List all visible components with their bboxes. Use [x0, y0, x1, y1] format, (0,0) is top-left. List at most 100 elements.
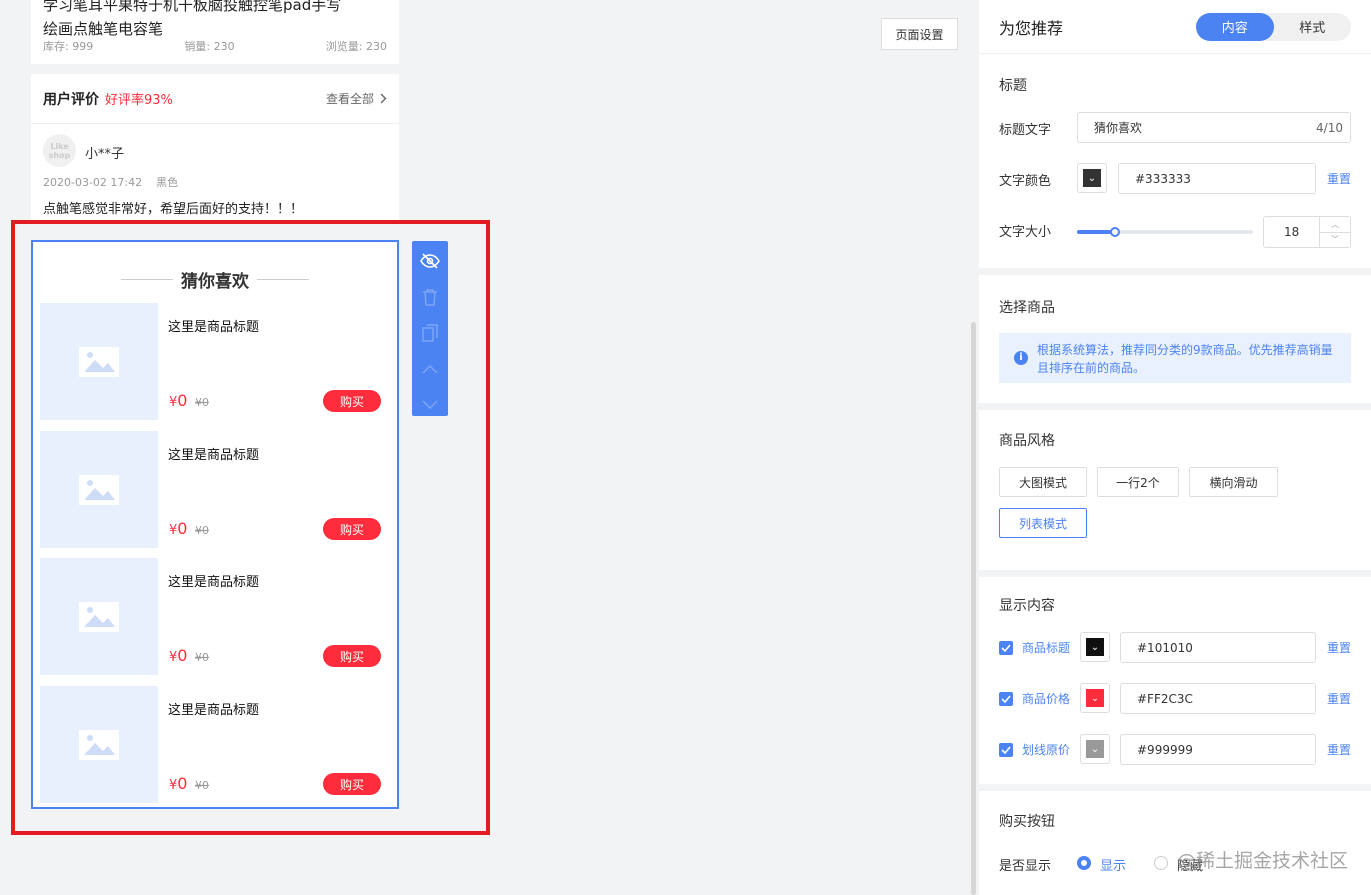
title-char-count: 4/10: [1316, 120, 1343, 135]
checkbox-original-price[interactable]: [999, 743, 1013, 757]
buy-button[interactable]: 购买: [323, 518, 381, 540]
goods-style-heading: 商品风格: [999, 433, 1055, 449]
slider-handle[interactable]: [1110, 227, 1120, 237]
text-color-picker[interactable]: ⌄: [1077, 163, 1107, 193]
settings-panel: 为您推荐 内容 样式 标题 标题文字 猜你喜欢 4/10 文字颜色 ⌄ #333…: [979, 0, 1371, 895]
reset-goods-price-color[interactable]: 重置: [1327, 690, 1351, 707]
title-text-value: 猜你喜欢: [1094, 121, 1143, 135]
trash-icon[interactable]: [419, 286, 441, 308]
product-title-line1: 学习笔耳平果特于机干板脑投触控笔pad手写: [43, 0, 342, 14]
review-rate: 好评率93%: [105, 93, 173, 108]
price-value: 0: [177, 391, 188, 410]
goods-item[interactable]: 这里是商品标题 ¥0 ¥0 购买: [40, 431, 393, 548]
chevron-down-icon: ⌄: [1083, 169, 1101, 187]
chevron-down-icon: ⌄: [1086, 689, 1104, 707]
view-all-label: 查看全部: [325, 92, 374, 106]
avatar: Like shop: [43, 134, 76, 167]
title-divider-right: [257, 279, 309, 280]
chevron-down-icon[interactable]: [419, 394, 441, 416]
chevron-down-icon: ⌄: [1086, 638, 1104, 656]
scrollbar[interactable]: [971, 322, 976, 895]
original-price-color-input[interactable]: #999999: [1120, 734, 1316, 765]
goods-price: ¥0: [169, 774, 187, 793]
title-divider-left: [121, 279, 173, 280]
goods-title-color-picker[interactable]: ⌄: [1080, 632, 1110, 662]
text-size-stepper[interactable]: 18 ︿ ﹀: [1263, 216, 1351, 248]
panel-title: 为您推荐: [999, 18, 1064, 38]
reset-original-price-color[interactable]: 重置: [1327, 741, 1351, 758]
radio-show-label[interactable]: 显示: [1100, 855, 1126, 874]
text-color-input[interactable]: #333333: [1118, 163, 1316, 194]
style-option-list[interactable]: 列表模式: [999, 508, 1087, 538]
goods-title: 这里是商品标题: [168, 320, 260, 335]
text-size-slider[interactable]: [1077, 227, 1253, 237]
goods-info-box: i 根据系统算法，推荐同分类的9款商品。优先推荐高销量且排序在前的商品。: [999, 333, 1351, 383]
goods-original-price: ¥0: [195, 396, 209, 409]
buy-button[interactable]: 购买: [323, 390, 381, 412]
image-placeholder-icon: [40, 431, 158, 548]
display-content-heading: 显示内容: [999, 598, 1055, 614]
chevron-up-icon[interactable]: [419, 358, 441, 380]
recommend-module[interactable]: 猜你喜欢 这里是商品标题 ¥0 ¥0 购买 这里是商品标题 ¥0 ¥0 购买 这…: [31, 240, 399, 809]
goods-item[interactable]: 这里是商品标题 ¥0 ¥0 购买: [40, 303, 393, 420]
goods-style-section: 商品风格 大图模式 一行2个 横向滑动 列表模式: [979, 410, 1371, 570]
image-placeholder-icon: [40, 558, 158, 675]
style-option-large[interactable]: 大图模式: [999, 467, 1087, 497]
stepper-controls: ︿ ﹀: [1319, 217, 1350, 247]
review-meta: 2020-03-02 17:42 黑色: [43, 176, 179, 189]
checkbox-goods-title[interactable]: [999, 641, 1013, 655]
goods-title-color-input[interactable]: #101010: [1120, 632, 1316, 663]
views-count: 浏览量: 230: [325, 40, 387, 53]
chevron-down-icon[interactable]: ﹀: [1320, 233, 1350, 248]
goods-price-color-input[interactable]: #FF2C3C: [1120, 683, 1316, 714]
original-price-toggle-label[interactable]: 划线原价: [1022, 741, 1070, 758]
buy-button[interactable]: 购买: [323, 645, 381, 667]
goods-price-toggle-label[interactable]: 商品价格: [1022, 690, 1070, 707]
original-price-color-picker[interactable]: ⌄: [1080, 734, 1110, 764]
display-content-section: 显示内容 商品标题 ⌄ #101010 重置 商品价格 ⌄ #FF2C3C 重置…: [979, 577, 1371, 784]
info-icon: i: [1014, 351, 1028, 365]
view-all-link[interactable]: 查看全部: [326, 90, 387, 107]
style-option-two-per-row[interactable]: 一行2个: [1097, 467, 1179, 497]
goods-price: ¥0: [169, 519, 187, 538]
title-settings-section: 为您推荐 内容 样式 标题 标题文字 猜你喜欢 4/10 文字颜色 ⌄ #333…: [979, 0, 1371, 268]
reset-text-color-button[interactable]: 重置: [1327, 170, 1351, 187]
title-text-input[interactable]: 猜你喜欢 4/10: [1077, 112, 1351, 143]
goods-price-color-picker[interactable]: ⌄: [1080, 683, 1110, 713]
goods-original-price: ¥0: [195, 651, 209, 664]
page-settings-button[interactable]: 页面设置: [881, 18, 958, 50]
goods-item[interactable]: 这里是商品标题 ¥0 ¥0 购买: [40, 686, 393, 803]
chevron-up-icon[interactable]: ︿: [1320, 217, 1350, 233]
goods-select-heading: 选择商品: [999, 300, 1055, 316]
review-title: 用户评价: [43, 91, 99, 108]
goods-title-toggle-label[interactable]: 商品标题: [1022, 639, 1070, 656]
text-size-label: 文字大小: [999, 225, 1052, 240]
goods-title: 这里是商品标题: [168, 448, 260, 463]
product-title: 学习笔耳平果特于机干板脑投触控笔pad手写 绘画点触笔电容笔: [43, 0, 387, 41]
reset-goods-title-color[interactable]: 重置: [1327, 639, 1351, 656]
checkbox-goods-price[interactable]: [999, 692, 1013, 706]
chevron-right-icon: [380, 93, 387, 104]
price-value: 0: [177, 774, 188, 793]
eye-hide-icon[interactable]: [419, 250, 441, 272]
panel-header: 为您推荐 内容 样式: [979, 0, 1371, 54]
image-placeholder-icon: [40, 303, 158, 420]
radio-show[interactable]: [1077, 856, 1091, 870]
review-username: 小**子: [85, 147, 125, 162]
tab-content[interactable]: 内容: [1196, 12, 1274, 41]
goods-price: ¥0: [169, 391, 187, 410]
title-heading: 标题: [999, 78, 1027, 94]
buy-button-heading: 购买按钮: [999, 814, 1055, 830]
goods-original-price: ¥0: [195, 524, 209, 537]
radio-hide[interactable]: [1154, 856, 1168, 870]
goods-original-price: ¥0: [195, 779, 209, 792]
buy-button[interactable]: 购买: [323, 773, 381, 795]
goods-item[interactable]: 这里是商品标题 ¥0 ¥0 购买: [40, 558, 393, 675]
tab-style[interactable]: 样式: [1274, 13, 1352, 41]
copy-icon[interactable]: [419, 322, 441, 344]
goods-title: 这里是商品标题: [168, 703, 260, 718]
module-title-text: 猜你喜欢: [181, 272, 249, 292]
show-label: 是否显示: [999, 859, 1052, 874]
sales-count: 销量: 230: [184, 40, 235, 53]
style-option-horizontal-scroll[interactable]: 横向滑动: [1189, 467, 1278, 497]
